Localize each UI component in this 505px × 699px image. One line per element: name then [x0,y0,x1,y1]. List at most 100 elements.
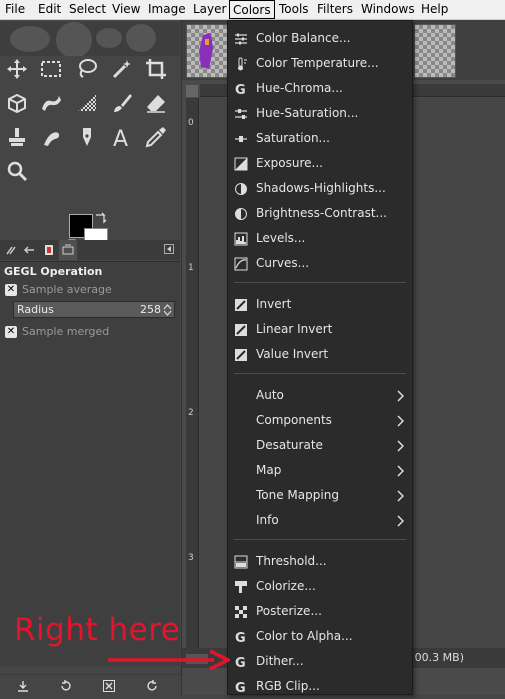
text-tool-icon[interactable]: A [108,123,136,151]
swap-colors-icon[interactable] [94,212,108,224]
hue-saturation-icon [235,109,247,119]
menu-item-label: Levels... [256,231,306,245]
invert-icon [235,299,247,311]
tool-options-tab-icon[interactable] [2,240,20,260]
menu-layer[interactable]: Layer [190,0,229,19]
menu-item-info-submenu[interactable]: Info [228,509,412,533]
menu-colors[interactable]: Colors [229,0,275,19]
menu-item-label: Posterize... [256,604,322,618]
menu-item-dither[interactable]: G Dither... [228,650,412,674]
dock-menu-arrow-icon[interactable] [164,244,174,254]
device-status-tab-icon[interactable] [21,240,39,260]
menu-item-brightness-contrast[interactable]: Brightness-Contrast... [228,202,412,226]
menu-separator [234,539,406,540]
wilber-drop-area[interactable] [0,22,180,56]
menu-item-label: Color to Alpha... [256,629,353,643]
menu-item-label: Components [256,413,332,427]
menu-image[interactable]: Image [145,0,189,19]
menu-item-hue-chroma[interactable]: G Hue-Chroma... [228,77,412,101]
color-temperature-icon [238,57,247,71]
crop-tool-icon[interactable] [142,55,170,83]
gradient-tool-icon[interactable] [73,89,101,117]
undo-history-tab-icon[interactable] [40,240,58,260]
menu-help[interactable]: Help [418,0,451,19]
menu-item-label: Invert [256,297,292,311]
quick-mask-corner-button[interactable] [186,85,198,97]
restore-options-icon[interactable] [59,679,73,693]
unified-transform-icon[interactable] [3,89,31,117]
menu-separator [234,373,406,374]
images-tab-icon[interactable] [59,240,77,260]
menu-select[interactable]: Select [66,0,109,19]
gegl-icon: G [235,631,246,644]
sample-merged-checkbox[interactable]: ✕ [5,326,17,338]
menu-item-label: Color Temperature... [256,56,379,70]
chevron-right-icon [397,490,404,502]
menu-item-label: Curves... [256,256,310,270]
menu-item-rgb-clip[interactable]: G RGB Clip... [228,675,412,699]
menu-view[interactable]: View [109,0,143,19]
levels-icon [234,232,248,246]
menu-item-posterize[interactable]: Posterize... [228,600,412,624]
menu-item-label: Hue-Saturation... [256,106,359,120]
zoom-tool-icon[interactable] [3,157,31,185]
radius-spinscale[interactable]: Radius 258 [13,301,175,318]
radius-value[interactable]: 258 [140,303,161,316]
menu-item-exposure[interactable]: Exposure... [228,152,412,176]
lasso-select-icon[interactable] [73,55,101,83]
color-balance-icon [235,33,247,45]
menu-item-invert[interactable]: Invert [228,293,412,317]
menu-item-hue-saturation[interactable]: Hue-Saturation... [228,102,412,126]
move-tool-icon[interactable] [3,55,31,83]
delete-options-icon[interactable] [102,679,116,693]
menu-item-color-balance[interactable]: Color Balance... [228,27,412,51]
radius-label: Radius [17,303,54,316]
clone-tool-icon[interactable] [3,123,31,151]
menu-item-colorize[interactable]: Colorize... [228,575,412,599]
ruler-number: 2 [188,408,194,418]
menu-item-label: Auto [256,388,284,402]
menu-file[interactable]: File [2,0,28,19]
svg-text:G: G [235,681,246,694]
image-tab-thumbnail[interactable] [414,24,456,78]
menu-item-label: Color Balance... [256,31,351,45]
tool-options-panel: GEGL Operation ✕ Sample average Radius 2… [0,261,180,666]
image-tab-thumbnail[interactable] [186,24,228,78]
menu-filters[interactable]: Filters [314,0,356,19]
menu-edit[interactable]: Edit [35,0,64,19]
spin-arrows-icon[interactable] [163,304,172,316]
save-options-icon[interactable] [16,679,30,693]
menu-item-levels[interactable]: Levels... [228,227,412,251]
sample-average-checkbox[interactable]: ✕ [5,284,17,296]
fuzzy-select-icon[interactable] [108,55,136,83]
menu-item-label: Value Invert [256,347,329,361]
warp-transform-icon[interactable] [37,89,65,117]
menu-item-map-submenu[interactable]: Map [228,459,412,483]
menu-item-desaturate-submenu[interactable]: Desaturate [228,434,412,458]
chevron-right-icon [397,415,404,427]
menu-item-linear-invert[interactable]: Linear Invert [228,318,412,342]
menu-item-tone-mapping-submenu[interactable]: Tone Mapping [228,484,412,508]
rectangle-select-icon[interactable] [37,55,65,83]
ruler-number: 3 [188,553,194,563]
shadows-highlights-icon [235,183,247,195]
menu-item-saturation[interactable]: Saturation... [228,127,412,151]
annotation-text: Right here [14,612,181,648]
menu-item-auto-submenu[interactable]: Auto [228,384,412,408]
menu-item-color-temperature[interactable]: Color Temperature... [228,52,412,76]
menu-tools[interactable]: Tools [276,0,312,19]
menu-item-curves[interactable]: Curves... [228,252,412,276]
menu-item-shadows-highlights[interactable]: Shadows-Highlights... [228,177,412,201]
color-picker-icon[interactable] [142,123,170,151]
vertical-ruler[interactable]: 0 1 2 3 [186,98,199,658]
menu-item-components-submenu[interactable]: Components [228,409,412,433]
reset-options-icon[interactable] [145,679,159,693]
paintbrush-tool-icon[interactable] [108,89,136,117]
paths-tool-icon[interactable] [73,123,101,151]
menu-item-threshold[interactable]: Threshold... [228,550,412,574]
menu-windows[interactable]: Windows [358,0,418,19]
eraser-tool-icon[interactable] [142,89,170,117]
menu-item-value-invert[interactable]: Value Invert [228,343,412,367]
menu-item-color-to-alpha[interactable]: G Color to Alpha... [228,625,412,649]
smudge-tool-icon[interactable] [37,123,65,151]
